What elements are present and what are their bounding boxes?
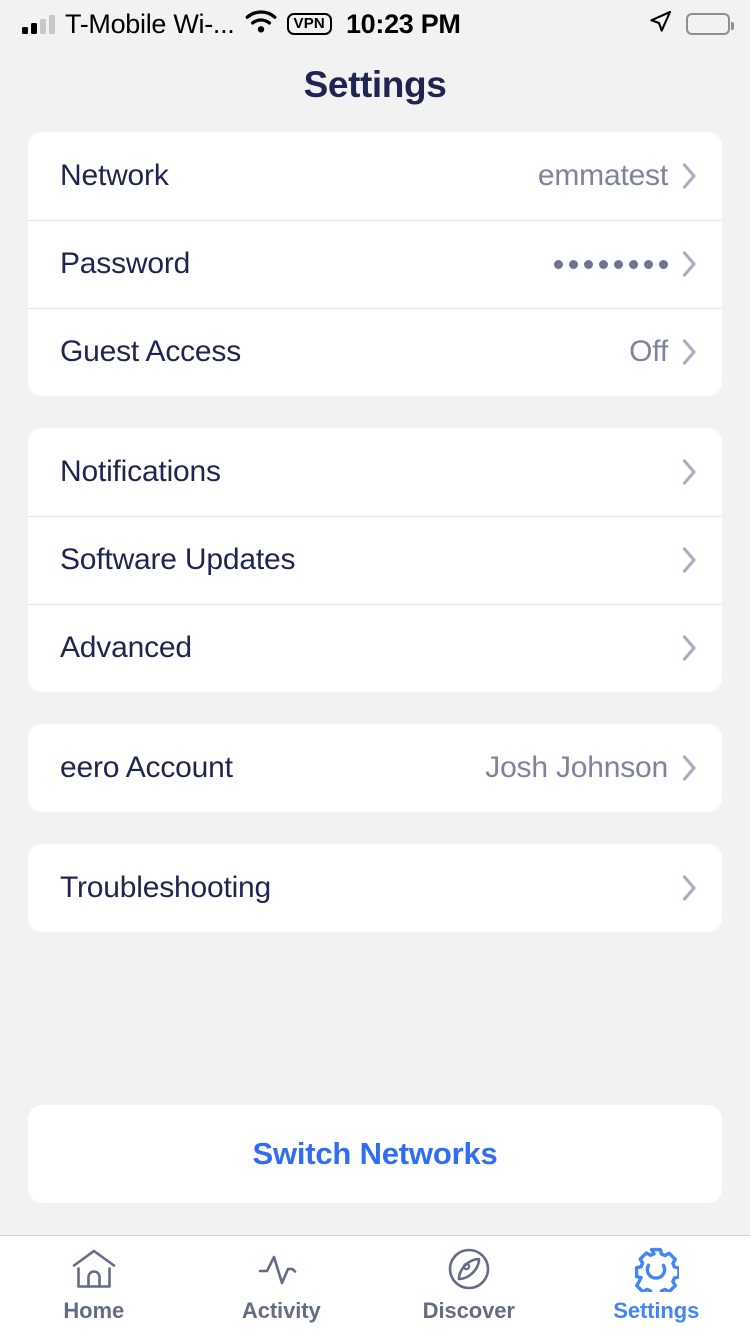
group-spacer [28,396,722,428]
chevron-right-icon [682,162,698,190]
status-bar: T-Mobile Wi-... VPN 10:23 PM [0,0,750,48]
switch-networks-button[interactable]: Switch Networks [28,1105,722,1203]
tab-bar: Home Activity Discover [0,1235,750,1334]
row-label: eero Account [60,751,485,785]
group-spacer [28,812,722,844]
row-label: Network [60,159,538,193]
chevron-right-icon [682,458,698,486]
tab-home[interactable]: Home [0,1236,188,1334]
row-label: Troubleshooting [60,871,682,905]
status-bar-left: T-Mobile Wi-... VPN 10:23 PM [22,9,461,40]
settings-content: Network emmatest Password Guest Access O… [0,116,750,1235]
gear-icon [633,1247,679,1291]
system-group-card: Notifications Software Updates Advanced [28,428,722,692]
battery-full-icon [686,13,730,35]
tab-label: Activity [242,1298,321,1324]
settings-row-notifications[interactable]: Notifications [28,428,722,516]
status-bar-right [648,0,730,48]
chevron-right-icon [682,250,698,278]
row-label: Software Updates [60,543,682,577]
row-label: Notifications [60,455,682,489]
row-label: Advanced [60,631,682,665]
wifi-icon [245,10,277,38]
activity-icon [257,1247,305,1291]
tab-discover[interactable]: Discover [375,1236,563,1334]
support-group-card: Troubleshooting [28,844,722,932]
settings-row-troubleshooting[interactable]: Troubleshooting [28,844,722,932]
page-title: Settings [0,48,750,116]
carrier-label: T-Mobile Wi-... [65,9,235,40]
tab-label: Home [63,1298,124,1324]
tab-activity[interactable]: Activity [188,1236,376,1334]
tab-label: Settings [613,1298,699,1324]
switch-networks-container: Switch Networks [28,1105,722,1203]
compass-icon [447,1247,491,1291]
settings-row-eero-account[interactable]: eero Account Josh Johnson [28,724,722,812]
tab-settings[interactable]: Settings [563,1236,750,1334]
row-value: Off [629,335,668,369]
row-label: Guest Access [60,335,629,369]
password-masked-value [554,260,668,269]
network-group-card: Network emmatest Password Guest Access O… [28,132,722,396]
settings-row-password[interactable]: Password [28,220,722,308]
group-spacer [28,692,722,724]
chevron-right-icon [682,754,698,782]
cellular-signal-icon [22,15,55,34]
settings-screen: T-Mobile Wi-... VPN 10:23 PM Settings [0,0,750,1334]
chevron-right-icon [682,546,698,574]
settings-row-network[interactable]: Network emmatest [28,132,722,220]
settings-row-software-updates[interactable]: Software Updates [28,516,722,604]
account-group-card: eero Account Josh Johnson [28,724,722,812]
chevron-right-icon [682,634,698,662]
clock-label: 10:23 PM [346,9,461,40]
vpn-badge: VPN [287,13,332,35]
settings-row-advanced[interactable]: Advanced [28,604,722,692]
chevron-right-icon [682,338,698,366]
row-label: Password [60,247,554,281]
row-value: Josh Johnson [485,751,668,785]
chevron-right-icon [682,874,698,902]
location-arrow-icon [648,10,672,39]
row-value: emmatest [538,159,668,193]
home-icon [71,1247,117,1291]
tab-label: Discover [423,1298,515,1324]
settings-row-guest-access[interactable]: Guest Access Off [28,308,722,396]
